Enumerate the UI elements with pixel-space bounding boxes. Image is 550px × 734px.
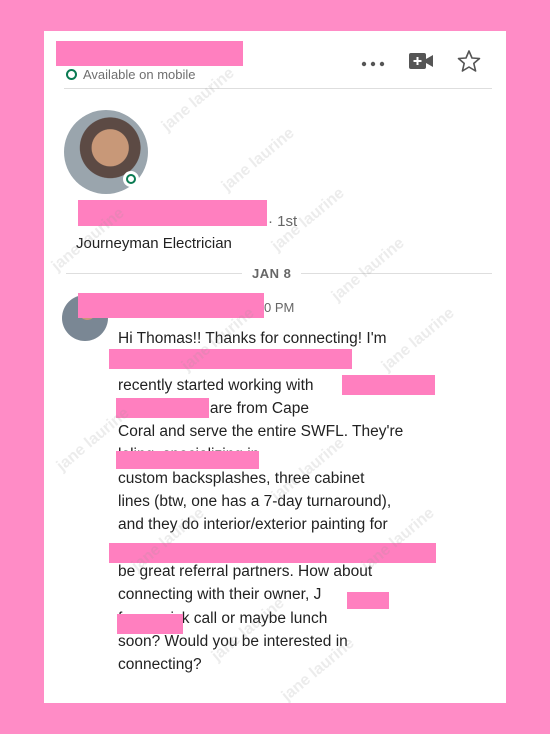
availability-status: Available on mobile (66, 67, 196, 82)
redacted-text (342, 375, 435, 395)
message-time: 0 PM (264, 300, 295, 315)
connection-degree: · 1st (268, 213, 298, 230)
watermark: jane laurine (328, 234, 408, 305)
redacted-text (116, 451, 259, 469)
redacted-text (347, 592, 389, 609)
redacted-text (109, 543, 436, 563)
star-icon[interactable] (456, 49, 482, 78)
status-text: Available on mobile (83, 67, 196, 82)
redacted-text (116, 398, 209, 418)
redacted-name (56, 41, 243, 66)
profile-headline: Journeyman Electrician (76, 235, 232, 252)
video-call-icon[interactable] (408, 52, 434, 75)
redacted-sender (78, 293, 264, 318)
online-status-icon (123, 171, 139, 187)
header-divider (64, 88, 492, 89)
redacted-text (109, 349, 352, 369)
date-label: JAN 8 (242, 266, 302, 281)
redacted-name (78, 200, 267, 226)
watermark: jane laurine (218, 124, 298, 195)
more-options-icon[interactable] (360, 55, 386, 73)
mobile-status-icon (66, 69, 77, 80)
conversation-card: Available on mobile · 1st Journeyman Ele… (44, 31, 506, 703)
redacted-text (117, 614, 183, 634)
